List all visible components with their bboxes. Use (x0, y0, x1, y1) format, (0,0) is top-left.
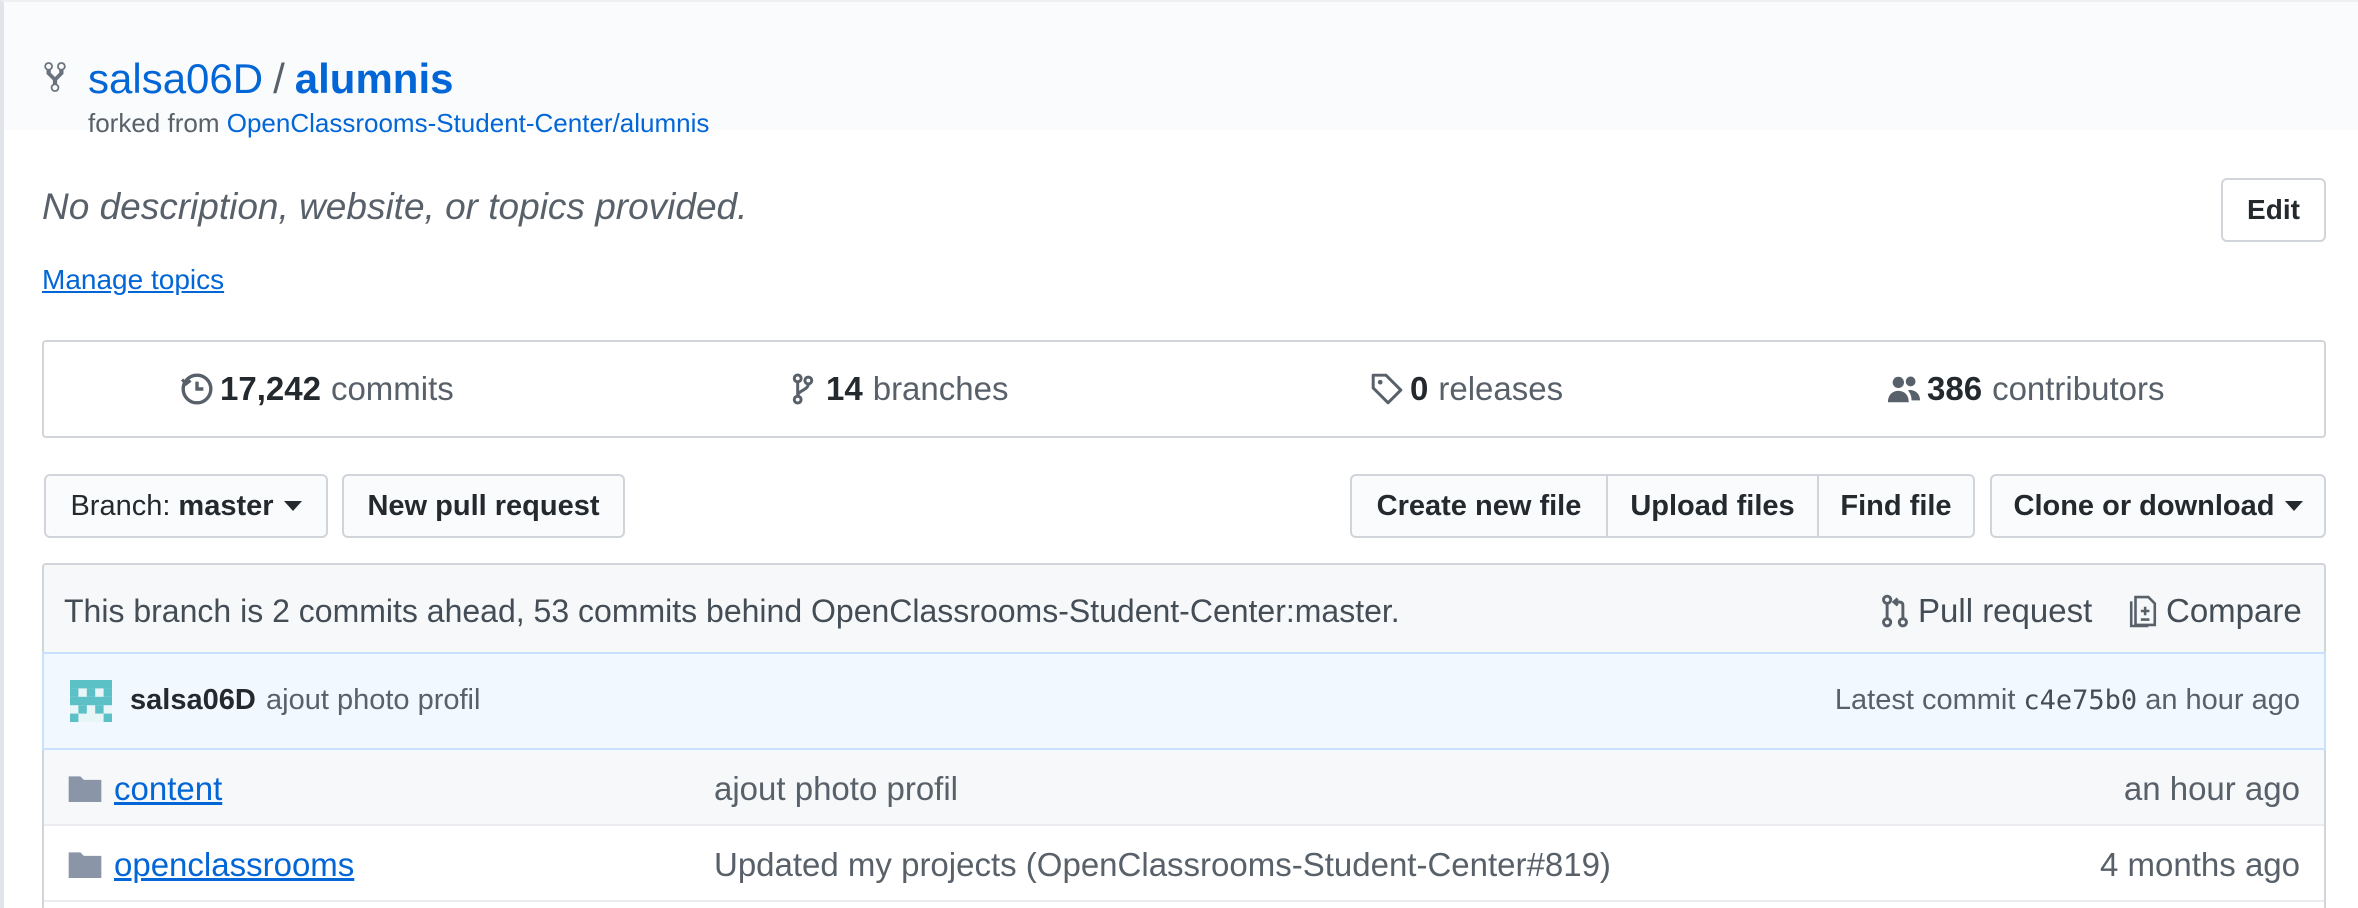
numbers-summary: 17,242 commits 14 branches 0 releases 38… (42, 340, 2326, 438)
repo-forked-icon (44, 62, 66, 92)
git-pull-request-icon (1882, 594, 1908, 628)
latest-commit-prefix: Latest commit (1834, 684, 2016, 716)
branches-label: branches (872, 370, 1009, 407)
branch-status-text: This branch is 2 commits ahead, 53 commi… (64, 593, 1400, 629)
branch-value: master (178, 489, 274, 522)
contributors-label: contributors (1992, 370, 2165, 407)
branch-icon (792, 373, 814, 405)
find-file-button[interactable]: Find file (1817, 474, 1975, 538)
clone-or-download-button[interactable]: Clone or download (1990, 474, 2326, 538)
repo-description: No description, website, or topics provi… (42, 186, 748, 227)
repo-separator: / (273, 55, 285, 102)
branches-value: 14 (826, 370, 863, 407)
forked-from-prefix: forked from (88, 108, 220, 138)
branches-count[interactable]: 14 branches (786, 342, 1008, 436)
commits-count[interactable]: 17,242 commits (180, 342, 454, 436)
commit-author-link[interactable]: salsa06D (130, 684, 256, 717)
caret-down-icon (283, 501, 302, 511)
branch-select-button[interactable]: Branch: master (44, 474, 328, 538)
contributors-value: 386 (1927, 370, 1983, 407)
folder-icon (68, 776, 102, 802)
repo-header: salsa06D / alumnis forked from OpenClassro… (4, 2, 2358, 138)
upload-files-button[interactable]: Upload files (1606, 474, 1819, 538)
repo-owner-link[interactable]: salsa06D (88, 55, 263, 102)
releases-count[interactable]: 0 releases (1370, 342, 1563, 436)
contributors-count[interactable]: 386 contributors (1887, 342, 2164, 436)
file-row: content ajout photo profil an hour ago (44, 750, 2324, 826)
commit-message-link[interactable]: ajout photo profil (266, 684, 480, 717)
clone-or-download-label: Clone or download (2013, 489, 2275, 522)
commits-value: 17,242 (220, 370, 321, 407)
commit-age: an hour ago (2145, 684, 2300, 716)
manage-topics-link[interactable]: Manage topics (42, 262, 224, 298)
file-age: 4 months ago (2100, 846, 2300, 883)
file-row: openclassrooms Updated my projects (Open… (44, 826, 2324, 902)
branch-prefix: Branch: (70, 489, 171, 522)
compare-link[interactable]: Compare (2128, 591, 2302, 631)
commits-label: commits (330, 370, 454, 407)
commit-meta: Latest commit c4e75b0 an hour ago (1835, 684, 2300, 717)
repo-name-link[interactable]: alumnis (295, 55, 454, 102)
file-commit-message-link[interactable]: Updated my projects (OpenClassrooms-Stud… (714, 846, 1611, 884)
latest-commit-bar: salsa06D ajout photo profil Latest commi… (42, 652, 2326, 750)
releases-label: releases (1438, 370, 1564, 407)
repo-title: salsa06D / alumnis (88, 54, 454, 104)
tag-icon (1371, 373, 1403, 405)
file-list: content ajout photo profil an hour ago o… (42, 750, 2326, 908)
releases-value: 0 (1410, 370, 1429, 407)
forked-from: forked from OpenClassrooms-Student-Cente… (88, 108, 709, 138)
new-pull-request-button[interactable]: New pull request (342, 474, 625, 538)
forked-from-link[interactable]: OpenClassrooms-Student-Center/alumnis (227, 108, 710, 138)
file-name-link[interactable]: content (114, 770, 222, 808)
file-age: an hour ago (2123, 770, 2300, 807)
file-commit-message-link[interactable]: ajout photo profil (714, 770, 958, 808)
caret-down-icon (2284, 501, 2303, 511)
people-icon (1887, 376, 1921, 403)
edit-button[interactable]: Edit (2221, 178, 2326, 242)
branch-status-bar: This branch is 2 commits ahead, 53 commi… (42, 563, 2326, 654)
avatar[interactable] (70, 680, 112, 722)
commit-sha-link[interactable]: c4e75b0 (2023, 685, 2137, 716)
diff-icon (2129, 595, 2157, 628)
history-icon (180, 373, 213, 405)
create-new-file-button[interactable]: Create new file (1350, 474, 1608, 538)
folder-icon (68, 852, 102, 878)
pull-request-label: Pull request (1918, 592, 2093, 629)
pull-request-link[interactable]: Pull request (1880, 591, 2092, 631)
compare-label: Compare (2166, 592, 2302, 629)
file-name-link[interactable]: openclassrooms (114, 846, 354, 884)
